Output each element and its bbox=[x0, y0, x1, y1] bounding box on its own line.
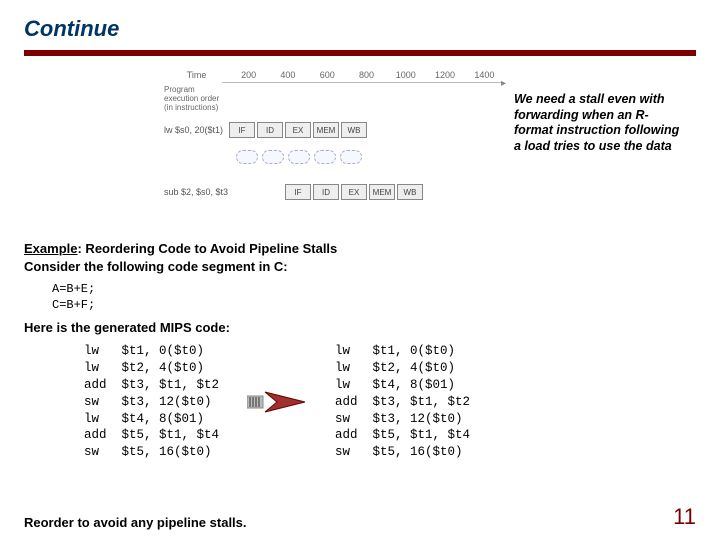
stage-box: WB bbox=[341, 122, 367, 138]
arrow-icon: ▸ bbox=[501, 78, 506, 89]
mips-left: lw $t1, 0($t0) lw $t2, 4($t0) add $t3, $… bbox=[84, 343, 219, 461]
stage-box: IF bbox=[229, 122, 255, 138]
bubble-icon bbox=[288, 150, 310, 164]
time-label: Time bbox=[164, 70, 229, 80]
diagram-row-1: lw $s0, 20($t1) IF ID EX MEM WB bbox=[164, 118, 369, 142]
mips-right: lw $t1, 0($t0) lw $t2, 4($t0) lw $t4, 8(… bbox=[335, 343, 470, 461]
stage-box: WB bbox=[397, 184, 423, 200]
tick: 600 bbox=[308, 70, 347, 80]
axis-line bbox=[222, 82, 504, 83]
arrow-right-icon bbox=[247, 390, 307, 414]
instr-label-2: sub $2, $s0, $t3 bbox=[164, 187, 229, 197]
footer: Reorder to avoid any pipeline stalls. 11 bbox=[24, 504, 696, 530]
bubble-icon bbox=[236, 150, 258, 164]
consider-line: Consider the following code segment in C… bbox=[24, 258, 696, 276]
example-label: Example bbox=[24, 241, 77, 256]
upper-block: Program execution order (in instructions… bbox=[24, 70, 696, 220]
bubble-icon bbox=[340, 150, 362, 164]
stage-box: ID bbox=[257, 122, 283, 138]
tick: 1200 bbox=[425, 70, 464, 80]
stage-box: IF bbox=[285, 184, 311, 200]
here-is-line: Here is the generated MIPS code: bbox=[24, 319, 696, 337]
tick: 1400 bbox=[465, 70, 504, 80]
stage-box: EX bbox=[285, 122, 311, 138]
bubble-row bbox=[236, 150, 366, 164]
bubble-icon bbox=[262, 150, 284, 164]
tick: 1000 bbox=[386, 70, 425, 80]
reorder-note: Reorder to avoid any pipeline stalls. bbox=[24, 515, 247, 530]
tick: 800 bbox=[347, 70, 386, 80]
stage-box: MEM bbox=[369, 184, 395, 200]
c-line: A=B+E; bbox=[52, 281, 696, 297]
callout-text: We need a stall even with forwarding whe… bbox=[514, 92, 684, 155]
c-code-block: A=B+E; C=B+F; bbox=[52, 281, 696, 313]
stage-box: MEM bbox=[313, 122, 339, 138]
pipeline-diagram: Program execution order (in instructions… bbox=[164, 70, 504, 220]
stage-box: ID bbox=[313, 184, 339, 200]
transform-arrow bbox=[247, 390, 307, 414]
diagram-row-2: sub $2, $s0, $t3 IF ID EX MEM WB bbox=[164, 180, 425, 204]
example-rest: : Reordering Code to Avoid Pipeline Stal… bbox=[77, 241, 337, 256]
example-line: Example: Reordering Code to Avoid Pipeli… bbox=[24, 240, 696, 258]
title-rule bbox=[24, 50, 696, 56]
stage-box: EX bbox=[341, 184, 367, 200]
slide-title: Continue bbox=[24, 16, 696, 42]
exec-order-label: Program execution order (in instructions… bbox=[164, 86, 220, 112]
bubble-icon bbox=[314, 150, 336, 164]
instr-label-1: lw $s0, 20($t1) bbox=[164, 125, 229, 135]
tick: 200 bbox=[229, 70, 268, 80]
c-line: C=B+F; bbox=[52, 297, 696, 313]
mips-columns: lw $t1, 0($t0) lw $t2, 4($t0) add $t3, $… bbox=[84, 343, 696, 461]
page-number: 11 bbox=[673, 504, 696, 530]
tick: 400 bbox=[268, 70, 307, 80]
time-axis: Time 200 400 600 800 1000 1200 1400 bbox=[164, 70, 504, 80]
